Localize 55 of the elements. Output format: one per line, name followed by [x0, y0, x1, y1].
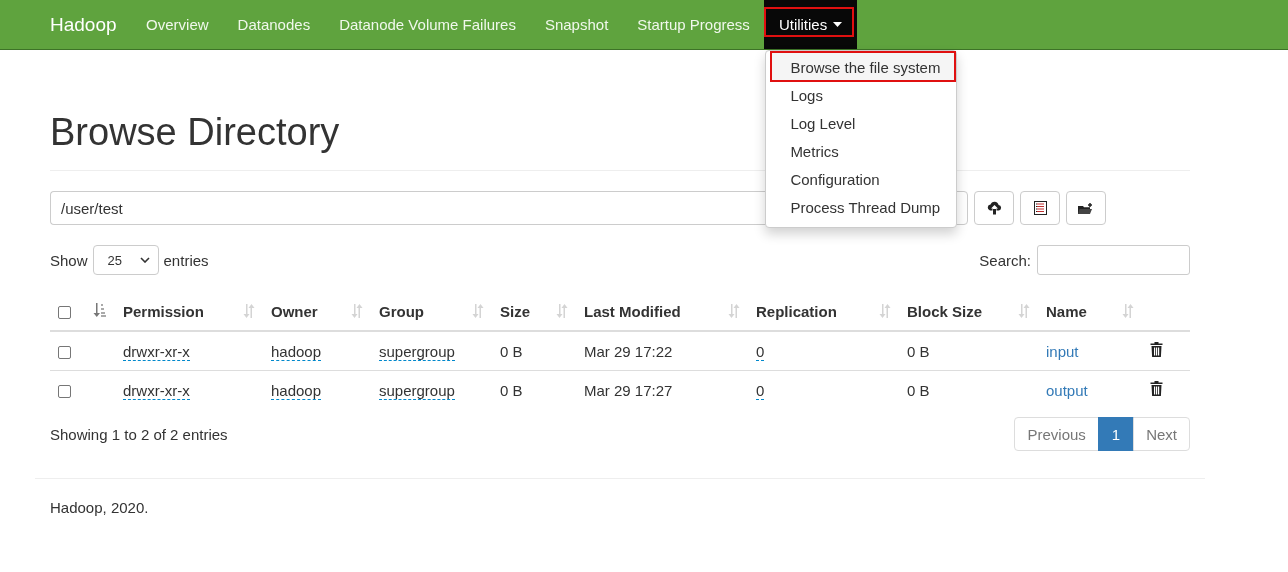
file-name-link[interactable]: input	[1046, 342, 1079, 360]
footer-text: Hadoop, 2020.	[50, 499, 149, 516]
list-icon	[1033, 201, 1047, 215]
page-size-select[interactable]: 25	[92, 245, 159, 275]
pagination-button[interactable]: Next	[1133, 417, 1190, 451]
table-cell: Mar 29 17:22	[584, 342, 673, 360]
trash-icon[interactable]	[1150, 381, 1163, 396]
file-name-link[interactable]: output	[1046, 381, 1088, 399]
entries-label: entries	[163, 251, 209, 269]
permission-link[interactable]: drwxr-xr-x	[123, 381, 190, 400]
permission-link[interactable]: drwxr-xr-x	[123, 342, 190, 361]
column-header[interactable]: Replication	[756, 302, 837, 320]
list-button[interactable]	[1020, 191, 1060, 225]
column-header[interactable]: Permission	[123, 302, 204, 320]
table-cell: 0 B	[907, 342, 930, 360]
group-link[interactable]: supergroup	[379, 381, 455, 400]
entries-info: Showing 1 to 2 of 2 entries	[50, 425, 228, 443]
replication-link[interactable]: 0	[756, 342, 765, 361]
menu-item[interactable]: Metrics	[770, 138, 957, 166]
select-all-checkbox[interactable]	[58, 306, 71, 320]
trash-icon[interactable]	[1150, 342, 1163, 357]
table-cell: Mar 29 17:27	[584, 381, 673, 399]
table-cell: 0 B	[500, 381, 523, 399]
column-header[interactable]: Block Size	[907, 302, 983, 320]
search-label: Search:	[979, 251, 1031, 269]
group-link[interactable]: supergroup	[379, 342, 455, 361]
new-folder-button[interactable]	[1066, 191, 1106, 225]
pagination-button[interactable]: 1	[1097, 417, 1135, 451]
menu-item[interactable]: Configuration	[770, 166, 957, 194]
folder-plus-icon	[1078, 201, 1094, 215]
column-header[interactable]: Group	[379, 302, 424, 320]
owner-link[interactable]: hadoop	[271, 381, 322, 400]
caret-icon	[833, 22, 843, 27]
chevron-down-icon	[139, 257, 150, 263]
menu-item[interactable]: Browse the file system	[770, 51, 957, 82]
column-header[interactable]: Size	[500, 302, 530, 320]
menu-item[interactable]: Log Level	[770, 110, 957, 138]
row-checkbox[interactable]	[58, 346, 71, 360]
page-title: Browse Directory	[50, 110, 340, 154]
column-header[interactable]: Owner	[271, 302, 318, 320]
owner-link[interactable]: hadoop	[271, 342, 322, 361]
upload-button[interactable]	[974, 191, 1014, 225]
show-label: Show	[50, 251, 88, 269]
menu-item[interactable]: Process Thread Dump	[770, 194, 957, 222]
row-checkbox[interactable]	[58, 385, 71, 399]
search-field[interactable]	[1037, 245, 1190, 275]
column-header[interactable]: Last Modified	[584, 302, 681, 320]
table-cell: 0 B	[500, 342, 523, 360]
column-header[interactable]: Name	[1046, 302, 1087, 320]
replication-link[interactable]: 0	[756, 381, 765, 400]
sort-ascending-icon[interactable]	[93, 302, 107, 317]
menu-item[interactable]: Logs	[770, 82, 957, 110]
path-field[interactable]: /user/test	[50, 191, 768, 225]
table-cell: 0 B	[907, 381, 930, 399]
cloud-upload-icon	[986, 201, 1002, 215]
